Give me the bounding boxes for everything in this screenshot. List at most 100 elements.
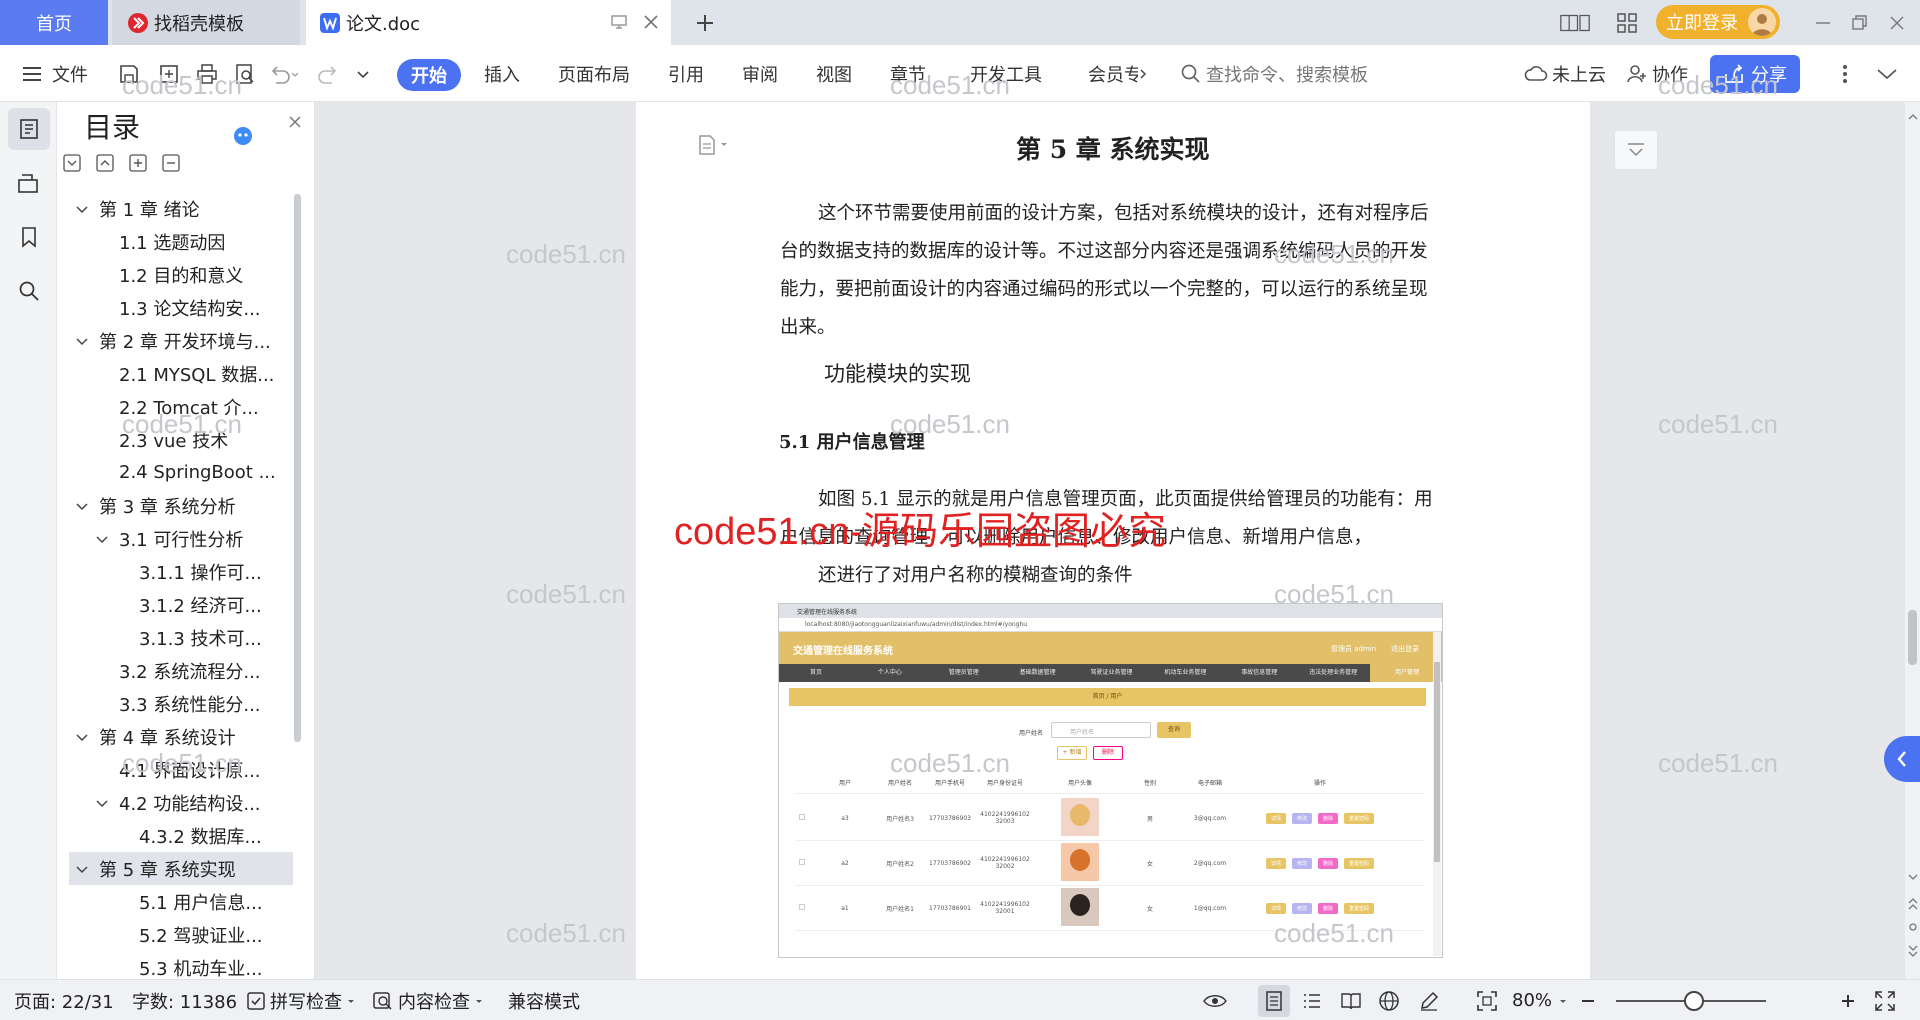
web-view-icon[interactable] (1378, 980, 1400, 1020)
save-icon[interactable] (118, 45, 140, 102)
content-check[interactable]: 内容检查 (372, 980, 484, 1020)
file-menu[interactable]: 文件 (22, 45, 88, 102)
outline-item[interactable]: 3.1 可行性分析 (69, 522, 293, 555)
outline-item[interactable]: 4.3.2 数据库... (69, 819, 293, 852)
menu-start[interactable]: 开始 (397, 59, 461, 91)
outline-item[interactable]: 1.2 目的和意义 (69, 258, 293, 291)
command-search[interactable]: 查找命令、搜索模板 (1180, 45, 1368, 102)
expand-all-icon[interactable] (63, 154, 81, 172)
side-panel-toggle-icon[interactable] (1614, 130, 1658, 170)
outline-item[interactable]: 1.3 论文结构安... (69, 291, 293, 324)
outline-item[interactable]: 3.3 系统性能分... (69, 687, 293, 720)
menu-member[interactable]: 会员专 (1088, 45, 1138, 102)
outline-pane-icon[interactable] (8, 108, 50, 150)
zoom-out-icon[interactable] (1580, 980, 1596, 1020)
outline-item[interactable]: 4.1 界面设计原... (69, 753, 293, 786)
outline-item[interactable]: 2.4 SpringBoot ... (69, 456, 293, 489)
outline-item[interactable]: 2.3 vue 技术 (69, 423, 293, 456)
new-tab-icon[interactable] (690, 8, 720, 38)
select-browse-icon[interactable] (1908, 922, 1918, 932)
more-options-icon[interactable] (1842, 45, 1848, 102)
close-window-icon[interactable] (1882, 8, 1912, 38)
outline-item[interactable]: 第 4 章 系统设计 (69, 720, 293, 753)
tab-zhaodaoke[interactable]: 找稻壳模板 (112, 0, 300, 45)
scroll-down-icon[interactable] (1908, 872, 1918, 882)
outline-item[interactable]: 第 1 章 绪论 (69, 192, 293, 225)
outline-item[interactable]: 5.2 驾驶证业... (69, 918, 293, 951)
print-icon[interactable] (196, 45, 218, 102)
outline-item[interactable]: 第 5 章 系统实现 (69, 852, 293, 885)
outline-item[interactable]: 3.1.2 经济可... (69, 588, 293, 621)
reading-view-icon[interactable] (1340, 980, 1362, 1020)
menu-view[interactable]: 视图 (816, 45, 852, 102)
page-indicator[interactable]: 页面: 22/31 (14, 980, 114, 1020)
outline-item[interactable]: 5.3 机动车业... (69, 951, 293, 978)
login-button[interactable]: 立即登录 (1656, 5, 1780, 39)
word-count[interactable]: 字数: 11386 (132, 980, 237, 1020)
outline-item[interactable]: 2.2 Tomcat 介... (69, 390, 293, 423)
ai-assistant-icon[interactable] (233, 126, 253, 146)
undo-icon[interactable] (268, 45, 298, 102)
menu-review[interactable]: 审阅 (742, 45, 778, 102)
layout-icon[interactable] (1560, 8, 1590, 38)
menu-page-layout[interactable]: 页面布局 (558, 45, 630, 102)
chevron-down-icon[interactable] (75, 334, 89, 348)
outline-item[interactable]: 4.2 功能结构设... (69, 786, 293, 819)
outline-item[interactable]: 第 2 章 开发环境与... (69, 324, 293, 357)
scroll-thumb[interactable] (1908, 610, 1917, 665)
prev-page-icon[interactable] (1908, 897, 1918, 911)
close-outline-icon[interactable] (287, 114, 303, 130)
more-menus-icon[interactable] (1138, 45, 1148, 102)
apps-grid-icon[interactable] (1612, 8, 1642, 38)
collab-button[interactable]: 协作 (1626, 45, 1688, 102)
menu-developer[interactable]: 开发工具 (970, 45, 1042, 102)
menu-chapter[interactable]: 章节 (890, 45, 926, 102)
chevron-down-icon[interactable] (75, 730, 89, 744)
chevron-down-icon[interactable] (75, 499, 89, 513)
fullscreen-icon[interactable] (1874, 980, 1896, 1020)
chapter-pane-icon[interactable] (8, 162, 50, 204)
tab-home[interactable]: 首页 (0, 0, 108, 45)
quick-access-dropdown-icon[interactable] (356, 45, 370, 102)
pen-icon[interactable] (1418, 980, 1440, 1020)
page-view-icon[interactable] (1258, 985, 1290, 1017)
redo-icon[interactable] (318, 45, 340, 102)
doc-format-icon[interactable] (697, 134, 731, 156)
share-button[interactable]: 分享 (1710, 55, 1800, 93)
minimize-icon[interactable] (1808, 8, 1838, 38)
cloud-status[interactable]: 未上云 (1524, 45, 1606, 102)
menu-references[interactable]: 引用 (668, 45, 704, 102)
bookmark-icon[interactable] (8, 216, 50, 258)
chevron-down-icon[interactable] (95, 532, 109, 546)
export-icon[interactable] (158, 45, 180, 102)
spell-check[interactable]: 拼写检查 (246, 980, 356, 1020)
find-icon[interactable] (8, 270, 50, 312)
vertical-scrollbar[interactable] (1905, 102, 1920, 979)
next-page-icon[interactable] (1908, 944, 1918, 958)
close-tab-icon[interactable] (642, 13, 660, 31)
tab-document[interactable]: 论文.doc (306, 0, 671, 45)
collapse-all-icon[interactable] (96, 154, 114, 172)
fit-page-icon[interactable] (1476, 980, 1498, 1020)
outline-item[interactable]: 3.1.1 操作可... (69, 555, 293, 588)
zoom-slider-knob[interactable] (1684, 991, 1704, 1011)
zoom-level[interactable]: 80% (1512, 980, 1568, 1020)
eye-protect-icon[interactable] (1202, 980, 1228, 1020)
maximize-icon[interactable] (1844, 8, 1874, 38)
chevron-down-icon[interactable] (95, 796, 109, 810)
menu-insert[interactable]: 插入 (484, 45, 520, 102)
remove-heading-icon[interactable] (162, 154, 180, 172)
collapse-ribbon-icon[interactable] (1876, 45, 1898, 102)
zoom-in-icon[interactable] (1840, 980, 1856, 1020)
outline-item[interactable]: 1.1 选题动因 (69, 225, 293, 258)
outline-view-icon[interactable] (1302, 980, 1322, 1020)
scroll-up-icon[interactable] (1908, 112, 1918, 122)
monitor-icon[interactable] (610, 13, 628, 31)
outline-scrollbar[interactable] (294, 194, 301, 742)
outline-item[interactable]: 第 3 章 系统分析 (69, 489, 293, 522)
chevron-down-icon[interactable] (75, 202, 89, 216)
outline-item[interactable]: 2.1 MYSQL 数据... (69, 357, 293, 390)
print-preview-icon[interactable] (234, 45, 256, 102)
outline-item[interactable]: 3.1.3 技术可... (69, 621, 293, 654)
outline-item[interactable]: 5.1 用户信息... (69, 885, 293, 918)
